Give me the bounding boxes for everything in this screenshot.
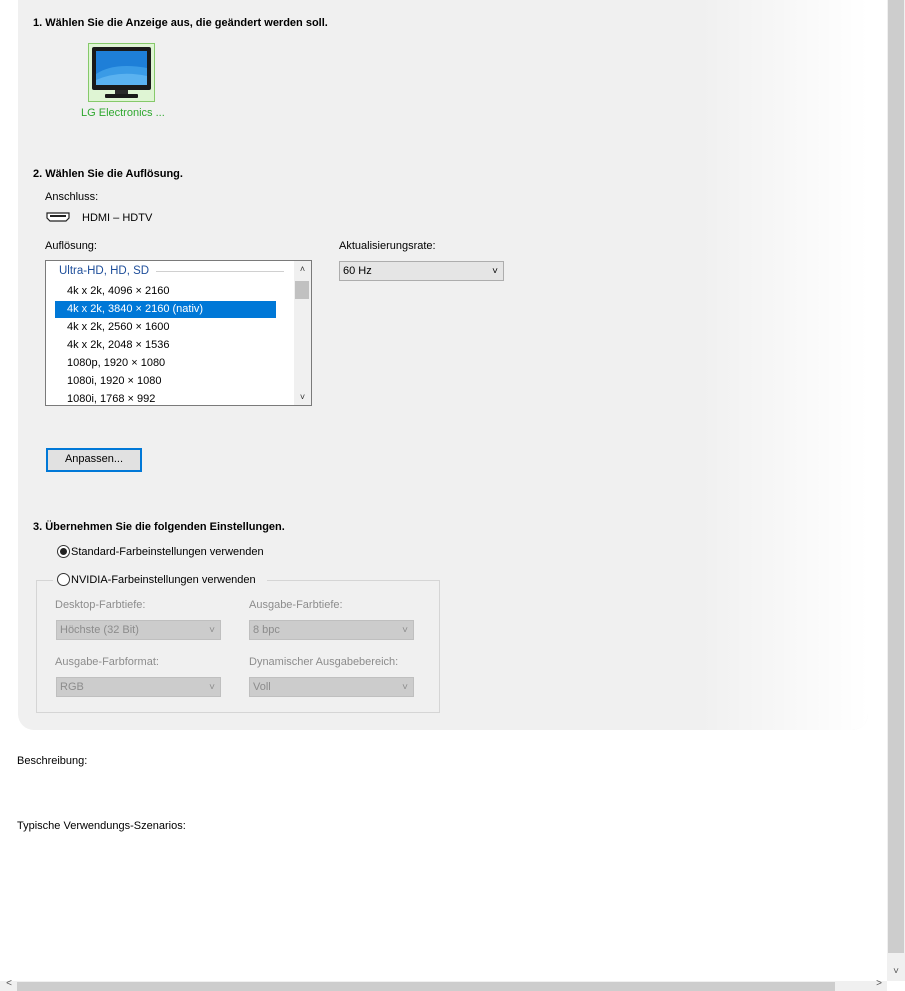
hdmi-connector-icon [46,212,70,222]
dynamic-range-value: Voll [253,681,271,693]
chevron-down-icon: ˅ [209,625,215,636]
desktop-depth-value: Höchste (32 Bit) [60,624,139,636]
page-hscrollbar-thumb[interactable] [17,982,835,991]
section2-heading: 2. Wählen Sie die Auflösung. [33,168,183,180]
resolution-label: Auflösung: [45,240,97,252]
resolution-item[interactable]: 4k x 2k, 2560 × 1600 [55,319,276,336]
page-vertical-scrollbar[interactable]: ˅ [887,0,905,981]
refresh-rate-value: 60 Hz [343,265,372,277]
group-divider [156,271,284,272]
page-horizontal-scrollbar[interactable]: ˂ ˃ [0,978,887,991]
scroll-up-icon[interactable]: ˄ [294,261,311,277]
section3-heading: 3. Übernehmen Sie die folgenden Einstell… [33,521,285,533]
desktop-depth-label: Desktop-Farbtiefe: [55,599,146,611]
resolution-item[interactable]: 4k x 2k, 4096 × 2160 [55,283,276,300]
resolution-item[interactable]: 4k x 2k, 2048 × 1536 [55,337,276,354]
resolution-list[interactable]: Ultra-HD, HD, SD 4k x 2k, 4096 × 2160 4k… [45,260,312,406]
output-depth-label: Ausgabe-Farbtiefe: [249,599,343,611]
chevron-down-icon: ˅ [402,625,408,636]
radio-nvidia-label[interactable]: NVIDIA-Farbeinstellungen verwenden [71,574,256,586]
scroll-down-icon[interactable]: ˅ [887,963,905,981]
refresh-rate-select[interactable]: 60 Hz ˅ [339,261,504,281]
chevron-down-icon: ˅ [209,682,215,693]
connection-value: HDMI – HDTV [82,212,153,224]
output-depth-value: 8 bpc [253,624,280,636]
display-selector-lg[interactable] [88,43,155,102]
connection-label: Anschluss: [45,191,99,203]
output-format-label: Ausgabe-Farbformat: [55,656,159,668]
dynamic-range-label: Dynamischer Ausgabebereich: [249,656,399,668]
scenarios-label: Typische Verwendungs-Szenarios: [17,820,186,832]
customize-button[interactable]: Anpassen... [46,448,142,472]
resolution-item[interactable]: 1080i, 1768 × 992 [55,391,276,405]
dynamic-range-select[interactable]: Voll ˅ [249,677,414,697]
scroll-left-icon[interactable]: ˂ [2,978,16,990]
radio-selected-dot [60,548,67,555]
desktop-depth-select[interactable]: Höchste (32 Bit) ˅ [56,620,221,640]
resolution-item[interactable]: 1080i, 1920 × 1080 [55,373,276,390]
resolution-item[interactable]: 1080p, 1920 × 1080 [55,355,276,372]
monitor-icon [92,47,151,98]
section1-heading: 1. Wählen Sie die Anzeige aus, die geänd… [33,17,328,29]
resolution-list-scrollbar[interactable]: ˄ ˅ [294,261,311,405]
monitor-label[interactable]: LG Electronics ... [81,107,165,119]
radio-default-colors[interactable] [57,545,70,558]
radio-default-label[interactable]: Standard-Farbeinstellungen verwenden [71,546,264,558]
resolution-group-header: Ultra-HD, HD, SD [59,265,150,277]
chevron-down-icon: ˅ [402,682,408,693]
refresh-rate-label: Aktualisierungsrate: [339,240,436,252]
panel-fade [700,0,868,730]
chevron-down-icon: ˅ [492,266,498,277]
description-label: Beschreibung: [17,755,88,767]
page-scrollbar-thumb[interactable] [888,0,904,953]
output-depth-select[interactable]: 8 bpc ˅ [249,620,414,640]
output-format-value: RGB [60,681,84,693]
resolution-item-selected[interactable]: 4k x 2k, 3840 × 2160 (nativ) [55,301,276,318]
output-format-select[interactable]: RGB ˅ [56,677,221,697]
radio-nvidia-colors[interactable] [57,573,70,586]
scrollbar-thumb[interactable] [295,281,309,299]
scroll-right-icon[interactable]: ˃ [872,978,886,990]
scroll-down-icon[interactable]: ˅ [294,389,311,405]
